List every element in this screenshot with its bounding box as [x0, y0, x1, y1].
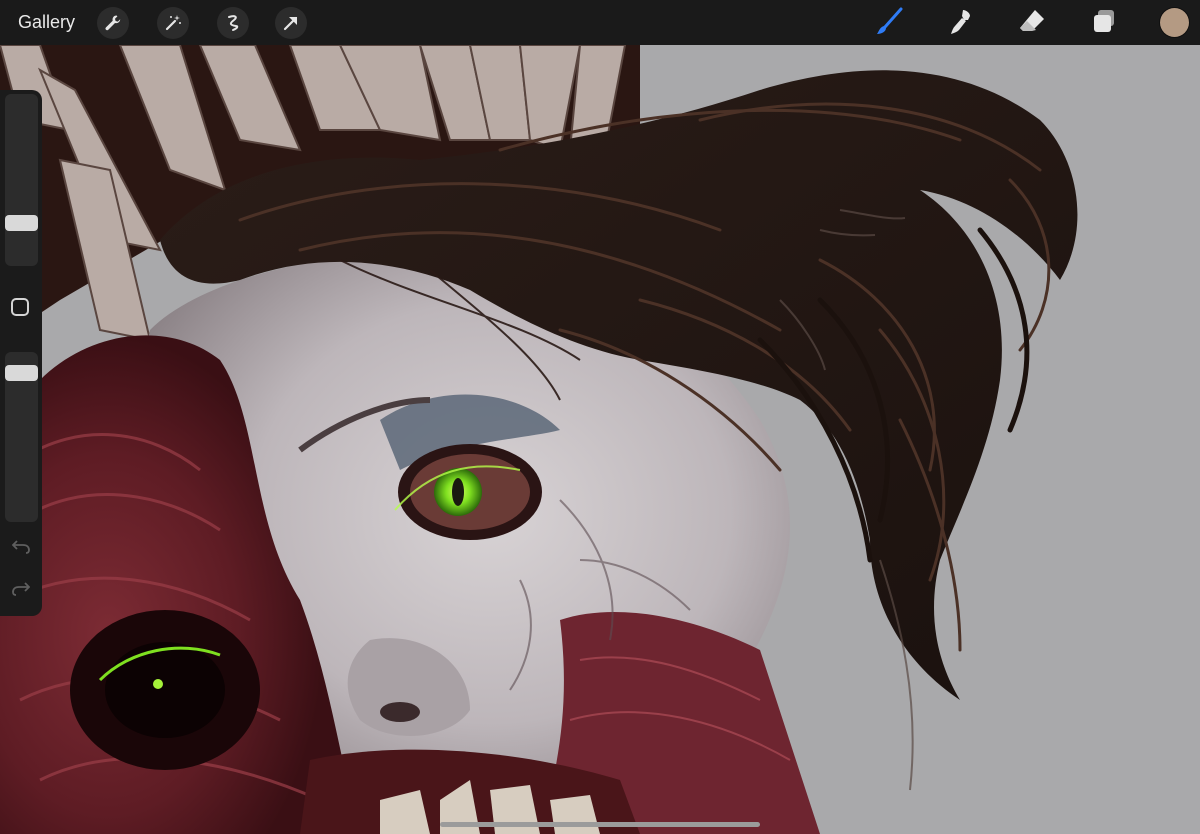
transform-arrow-icon	[282, 14, 300, 32]
layers-button[interactable]	[1088, 7, 1120, 39]
undo-icon	[11, 539, 30, 559]
brush-size-slider[interactable]	[5, 94, 38, 266]
transform-button[interactable]	[275, 7, 307, 39]
left-sidebar	[0, 90, 42, 616]
eraser-tool-button[interactable]	[1016, 7, 1048, 39]
smudge-tool-button[interactable]	[945, 7, 977, 39]
brush-tool-button[interactable]	[874, 7, 906, 39]
smudge-icon	[946, 6, 976, 41]
modify-button[interactable]	[11, 298, 29, 316]
wrench-icon	[104, 14, 122, 32]
artwork	[0, 45, 1200, 834]
opacity-thumb[interactable]	[5, 365, 38, 382]
actions-button[interactable]	[97, 7, 129, 39]
selection-button[interactable]	[217, 7, 249, 39]
drawing-canvas[interactable]	[0, 45, 1200, 834]
layers-icon	[1089, 6, 1119, 41]
selection-icon	[224, 14, 242, 32]
undo-button[interactable]	[10, 538, 32, 560]
opacity-slider[interactable]	[5, 352, 38, 522]
brush-icon	[875, 6, 905, 41]
redo-button[interactable]	[10, 580, 32, 602]
gallery-button[interactable]: Gallery	[18, 12, 75, 33]
brush-size-thumb[interactable]	[5, 215, 38, 232]
top-toolbar: Gallery	[0, 0, 1200, 45]
redo-icon	[12, 581, 31, 601]
adjustments-button[interactable]	[157, 7, 189, 39]
color-picker-button[interactable]	[1160, 8, 1189, 37]
home-indicator[interactable]	[440, 822, 760, 827]
magic-wand-icon	[164, 14, 182, 32]
eraser-icon	[1017, 6, 1047, 41]
